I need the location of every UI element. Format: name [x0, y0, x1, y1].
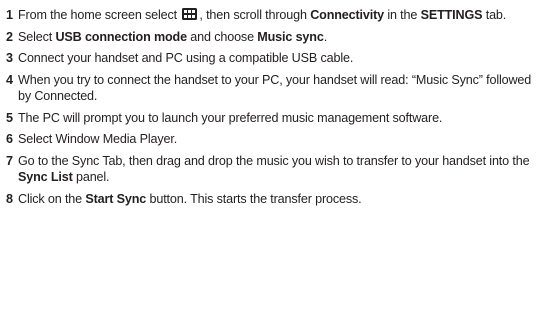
- bold-term: Sync List: [18, 170, 73, 184]
- step-item: 5 The PC will prompt you to launch your p…: [6, 110, 539, 127]
- bold-term: Connectivity: [310, 8, 384, 22]
- step-item: 2 Select USB connection mode and choose M…: [6, 29, 539, 46]
- step-number: 8: [6, 191, 13, 206]
- step-text: The PC will prompt you to launch your pr…: [18, 110, 539, 127]
- step-number: 5: [6, 110, 13, 125]
- step-item: 8 Click on the Start Sync button. This st…: [6, 191, 539, 208]
- step-text-segment: and choose: [186, 29, 258, 44]
- step-text-segment: button. This starts the transfer process…: [146, 191, 362, 206]
- step-number: 6: [6, 132, 13, 146]
- step-item: 4 When you try to connect the handset to …: [6, 72, 539, 105]
- step-text-segment: From the home screen select: [18, 8, 181, 22]
- step-text: Select Window Media Player.: [18, 131, 539, 148]
- step-number: 7: [6, 153, 13, 168]
- step-item: 1 From the home screen select , then scro…: [6, 7, 539, 24]
- step-text-segment: Go to the Sync Tab, then drag and drop t…: [18, 153, 530, 168]
- step-text-segment: Connect your handset and PC using a comp…: [18, 51, 354, 65]
- bold-term: Start Sync: [85, 191, 147, 206]
- step-text: Select USB connection mode and choose Mu…: [18, 29, 539, 46]
- step-text-segment: tab.: [482, 8, 507, 22]
- step-text-segment: .: [323, 29, 328, 44]
- bold-term: Music sync: [257, 29, 324, 44]
- step-text-segment: Select Window Media Player.: [18, 132, 178, 146]
- step-text: When you try to connect the handset to y…: [18, 72, 539, 105]
- step-item: 3 Connect your handset and PC using a com…: [6, 50, 539, 67]
- step-text-segment: panel.: [72, 170, 110, 184]
- step-number: 4: [6, 72, 13, 87]
- step-text-segment: The PC will prompt you to launch your pr…: [18, 110, 443, 125]
- step-item: 6 Select Window Media Player.: [6, 131, 539, 148]
- step-text: Connect your handset and PC using a comp…: [18, 50, 539, 67]
- menu-grid-icon: [182, 8, 198, 20]
- instruction-list: 1 From the home screen select , then scro…: [0, 0, 549, 316]
- step-text-segment: in the: [383, 8, 421, 22]
- step-text: Click on the Start Sync button. This sta…: [18, 191, 539, 208]
- bold-term: SETTINGS: [420, 8, 483, 22]
- step-item: 7 Go to the Sync Tab, then drag and drop …: [6, 153, 539, 186]
- step-text-segment: Select: [18, 29, 56, 44]
- step-text: From the home screen select , then scrol…: [18, 7, 539, 24]
- bold-term: USB connection mode: [55, 29, 187, 44]
- step-number: 3: [6, 51, 13, 65]
- step-text-segment: When you try to connect the handset to y…: [18, 72, 532, 104]
- step-text-segment: , then scroll through: [199, 8, 311, 22]
- step-text: Go to the Sync Tab, then drag and drop t…: [18, 153, 539, 186]
- step-number: 1: [6, 8, 13, 22]
- step-text-segment: Click on the: [18, 191, 86, 206]
- step-number: 2: [6, 29, 13, 44]
